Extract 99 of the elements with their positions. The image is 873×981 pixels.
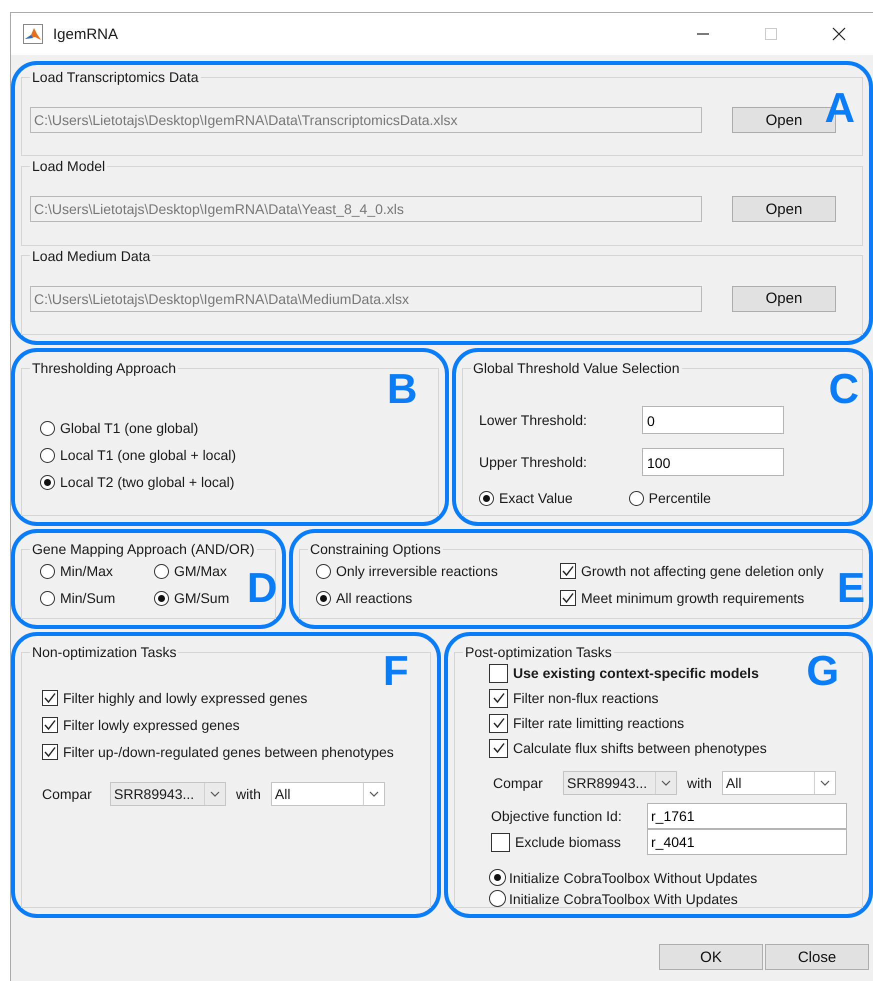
option-label: Percentile — [648, 490, 711, 506]
checkmark-icon — [561, 564, 575, 578]
dialog-button[interactable]: OK — [659, 944, 763, 970]
option-label: Calculate flux shifts between phenotypes — [513, 740, 767, 756]
checkmark-icon — [43, 718, 57, 732]
radio-button[interactable] — [154, 564, 169, 578]
panel-title: Post-optimization Tasks — [464, 644, 613, 660]
checkmark-icon — [561, 591, 575, 605]
app-icon — [23, 24, 43, 44]
file-path-field[interactable]: C:\Users\Lietotajs\Desktop\IgemRNA\Data\TranscriptomicsData.xlsx — [30, 107, 702, 133]
option-label: Local T1 (one global + local) — [60, 447, 236, 463]
open-button[interactable]: Open — [732, 286, 836, 312]
annotation-letter: G — [806, 650, 839, 692]
checkbox[interactable] — [42, 690, 58, 706]
field-label: Compar — [42, 786, 93, 802]
radio-button[interactable] — [40, 590, 55, 606]
file-path-field[interactable]: C:\Users\Lietotajs\Desktop\IgemRNA\Data\MediumData.xlsx — [30, 286, 702, 312]
option-label: GM/Sum — [174, 590, 230, 606]
option-label: Filter lowly expressed genes — [63, 717, 240, 733]
panel-title: Gene Mapping Approach (AND/OR) — [31, 541, 256, 557]
option-label: Local T2 (two global + local) — [60, 474, 234, 490]
option-label: Min/Max — [60, 563, 113, 579]
radio-button[interactable] — [40, 420, 55, 436]
checkbox[interactable] — [560, 563, 576, 579]
annotation-letter: F — [383, 650, 409, 692]
panel-title: Load Medium Data — [31, 248, 152, 264]
input-field[interactable]: 0 — [642, 406, 784, 434]
panel-title: Constraining Options — [309, 541, 442, 557]
option-label: All reactions — [336, 590, 412, 606]
caret-icon — [820, 780, 830, 786]
option-label: Only irreversible reactions — [336, 563, 498, 579]
radio-button[interactable] — [316, 590, 331, 606]
checkbox[interactable] — [489, 688, 508, 708]
file-path-field[interactable]: C:\Users\Lietotajs\Desktop\IgemRNA\Data\Yeast_8_4_0.xls — [30, 196, 702, 222]
radio-button[interactable] — [489, 869, 506, 886]
panel-title: Non-optimization Tasks — [31, 644, 178, 660]
option-label: Initialize CobraToolbox With Updates — [509, 890, 738, 906]
checkmark-icon — [492, 716, 506, 730]
option-label: Use existing context-specific models — [513, 665, 759, 681]
option-label: Growth not affecting gene deletion only — [581, 563, 824, 579]
radio-button[interactable] — [316, 564, 331, 578]
radio-button[interactable] — [40, 564, 55, 578]
close-icon — [832, 27, 846, 41]
panel-title: Load Model — [31, 158, 106, 174]
field-label: Objective function Id: — [491, 808, 623, 824]
caret-icon — [661, 780, 671, 786]
checkbox[interactable] — [489, 738, 508, 758]
field-label: with — [236, 786, 261, 802]
radio-button[interactable] — [40, 474, 55, 490]
field-label: with — [687, 775, 712, 791]
field-label: Lower Threshold: — [479, 412, 588, 428]
checkmark-icon — [43, 745, 57, 759]
option-label: Filter highly and lowly expressed genes — [63, 690, 308, 706]
checkmark-icon — [492, 691, 506, 705]
radio-button[interactable] — [154, 590, 169, 606]
panel-title: Load Transcriptomics Data — [31, 69, 200, 85]
radio-button[interactable] — [489, 890, 506, 907]
option-label: Filter up-/down-regulated genes between phenotypes — [63, 744, 394, 760]
option-label: Meet minimum growth requirements — [581, 590, 804, 606]
field-label: Compar — [493, 775, 544, 791]
option-label: Filter non-flux reactions — [513, 690, 659, 706]
dropdown[interactable]: SRR89943... — [563, 771, 677, 795]
dropdown[interactable]: SRR89943... — [110, 782, 226, 806]
maximize-icon — [764, 27, 778, 41]
caret-icon — [210, 791, 220, 797]
checkbox[interactable] — [42, 717, 58, 733]
dropdown[interactable]: All — [722, 771, 836, 795]
option-label: Min/Sum — [60, 590, 116, 606]
field-label: Upper Threshold: — [479, 454, 588, 470]
input-field[interactable]: r_1761 — [647, 803, 847, 829]
open-button[interactable]: Open — [732, 196, 836, 222]
option-label: Global T1 (one global) — [60, 420, 198, 436]
option-label: GM/Max — [174, 563, 227, 579]
annotation-letter: B — [387, 368, 418, 410]
panel-title: Thresholding Approach — [31, 360, 177, 376]
annotation-letter: E — [836, 567, 865, 609]
dropdown[interactable]: All — [270, 782, 385, 806]
checkbox[interactable] — [42, 744, 58, 760]
radio-button[interactable] — [479, 490, 494, 506]
input-field[interactable]: r_4041 — [647, 829, 847, 855]
annotation-letter: D — [247, 567, 278, 609]
checkmark-icon — [43, 691, 57, 705]
option-label: Exclude biomass — [515, 834, 621, 850]
panel-title: Global Threshold Value Selection — [472, 360, 680, 376]
radio-button[interactable] — [628, 490, 644, 506]
option-label: Filter rate limitting reactions — [513, 715, 684, 731]
radio-button[interactable] — [40, 448, 55, 462]
window-title: IgemRNA — [53, 26, 118, 42]
option-label: Initialize CobraToolbox Without Updates — [509, 870, 758, 886]
checkbox[interactable] — [491, 832, 510, 852]
dialog-button[interactable]: Close — [765, 944, 869, 970]
checkbox[interactable] — [489, 714, 508, 732]
checkbox[interactable] — [489, 664, 508, 682]
caret-icon — [368, 791, 379, 797]
checkbox[interactable] — [560, 590, 576, 606]
input-field[interactable]: 100 — [642, 448, 784, 476]
annotation-letter: C — [828, 368, 859, 410]
checkmark-icon — [492, 741, 506, 755]
option-label: Exact Value — [499, 490, 573, 506]
